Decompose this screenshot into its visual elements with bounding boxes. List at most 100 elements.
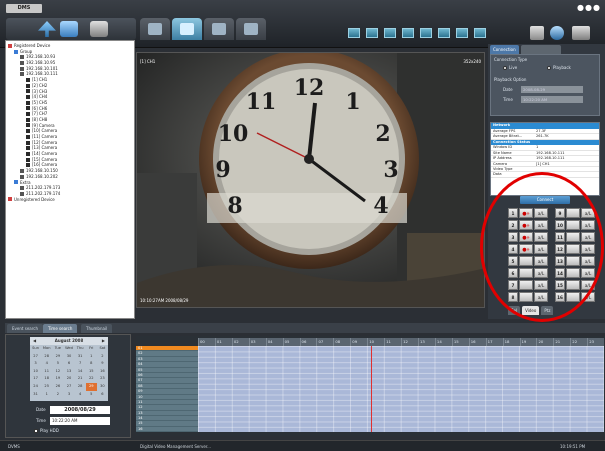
calendar-day[interactable]: 16 bbox=[97, 368, 108, 376]
calendar-day[interactable]: 10 bbox=[30, 368, 41, 376]
layout-13-button[interactable] bbox=[456, 28, 468, 38]
window-controls[interactable]: ●●● bbox=[577, 3, 601, 12]
tab-event-search[interactable]: Event search bbox=[7, 324, 44, 333]
tab-thumbnail[interactable]: Thumbnail bbox=[81, 324, 113, 333]
layout-4-button[interactable] bbox=[366, 28, 378, 38]
prev-month-icon[interactable]: ◀ bbox=[33, 337, 36, 345]
timeline-grid[interactable] bbox=[198, 346, 604, 432]
calendar-day[interactable]: 9 bbox=[97, 360, 108, 368]
calendar-week: 27 28 29 30 31 1 2 bbox=[30, 353, 108, 361]
calendar-day[interactable]: 22 bbox=[86, 375, 97, 383]
monitor-icon[interactable] bbox=[60, 21, 78, 37]
time-input[interactable]: 10:22:20 AM bbox=[521, 96, 583, 103]
calendar-day[interactable]: 18 bbox=[41, 375, 52, 383]
tab-time-search[interactable]: Time search bbox=[43, 324, 78, 333]
zoom-icon[interactable] bbox=[550, 26, 564, 40]
search-date-input[interactable]: 2008/08/29 bbox=[50, 406, 110, 414]
calendar-day[interactable]: 4 bbox=[41, 360, 52, 368]
calendar-day[interactable]: 30 bbox=[63, 353, 74, 361]
tab-playback[interactable] bbox=[204, 18, 234, 40]
calendar-day[interactable]: 31 bbox=[75, 353, 86, 361]
calendar-day[interactable]: 1 bbox=[86, 353, 97, 361]
calendar-day[interactable]: 6 bbox=[63, 360, 74, 368]
calendar-day[interactable]: 13 bbox=[63, 368, 74, 376]
tab-search[interactable] bbox=[172, 18, 202, 40]
date-input[interactable]: 2008-08-29 bbox=[521, 86, 583, 93]
layout-1-button[interactable] bbox=[348, 28, 360, 38]
calendar-day[interactable]: 2 bbox=[52, 391, 63, 399]
calendar-day[interactable]: 25 bbox=[41, 383, 52, 391]
weekday-label: Mon bbox=[42, 346, 51, 350]
calendar-day[interactable]: 3 bbox=[30, 360, 41, 368]
calendar-day[interactable]: 2 bbox=[97, 353, 108, 361]
calendar-day[interactable]: 15 bbox=[86, 368, 97, 376]
dvr-icon bbox=[20, 186, 24, 191]
camera-icon bbox=[26, 129, 30, 134]
calendar-weekdays: Sun Mon Tue Wed Thu Fri Sat bbox=[30, 345, 108, 353]
camera-icon bbox=[26, 89, 30, 94]
play-hdd-checkbox[interactable]: Play HDD bbox=[34, 428, 59, 433]
layout-16-button[interactable] bbox=[474, 28, 486, 38]
info-key: Average Bitrat... bbox=[493, 134, 523, 139]
layout-9-button[interactable] bbox=[420, 28, 432, 38]
calendar-day[interactable]: 27 bbox=[30, 353, 41, 361]
calendar-day[interactable]: 14 bbox=[75, 368, 86, 376]
calendar-day[interactable]: 7 bbox=[75, 360, 86, 368]
calendar-day[interactable]: 31 bbox=[30, 391, 41, 399]
calendar-day[interactable]: 6 bbox=[97, 391, 108, 399]
calendar-day[interactable]: 4 bbox=[75, 391, 86, 399]
timeline-cursor[interactable] bbox=[371, 346, 372, 432]
calendar-day[interactable]: 12 bbox=[52, 368, 63, 376]
radio-live[interactable]: Live bbox=[503, 65, 517, 70]
snapshot-icon[interactable] bbox=[90, 21, 108, 37]
layout-6-button[interactable] bbox=[384, 28, 396, 38]
calendar-day[interactable]: 23 bbox=[97, 375, 108, 383]
calendar-day[interactable]: 20 bbox=[63, 375, 74, 383]
radio-playback[interactable]: Playback bbox=[547, 65, 571, 70]
calendar-day[interactable]: 1 bbox=[41, 391, 52, 399]
calendar-day[interactable]: 17 bbox=[30, 375, 41, 383]
calendar-day[interactable]: 28 bbox=[41, 353, 52, 361]
camera-icon bbox=[26, 106, 30, 111]
connect-icon[interactable] bbox=[38, 21, 56, 37]
video-view[interactable]: 12 1 2 3 4 11 10 9 8 [1] CH1 352x240 10:… bbox=[136, 52, 485, 308]
print-icon[interactable] bbox=[572, 26, 590, 40]
tab-setup[interactable] bbox=[236, 18, 266, 40]
calendar-day[interactable]: 27 bbox=[63, 383, 74, 391]
calendar-day[interactable]: 5 bbox=[52, 360, 63, 368]
tab-other[interactable] bbox=[520, 45, 561, 54]
calendar-day[interactable]: 8 bbox=[86, 360, 97, 368]
hour-tick-label: 23 bbox=[587, 338, 604, 346]
calendar-day[interactable]: 29 bbox=[85, 382, 97, 391]
tab-live[interactable] bbox=[140, 18, 170, 40]
calendar-day[interactable]: 26 bbox=[52, 383, 63, 391]
timeline-channel[interactable]: 16 bbox=[136, 427, 198, 433]
hour-tick-label: 08 bbox=[333, 338, 350, 346]
calendar-day[interactable]: 30 bbox=[97, 383, 108, 391]
calendar-day[interactable]: 11 bbox=[41, 368, 52, 376]
next-month-icon[interactable]: ▶ bbox=[102, 337, 105, 345]
layout-8-button[interactable] bbox=[402, 28, 414, 38]
calendar-day[interactable]: 3 bbox=[63, 391, 74, 399]
calendar-week: 17 18 19 20 21 22 23 bbox=[30, 375, 108, 383]
calendar-day[interactable]: 29 bbox=[52, 353, 63, 361]
layout-10-button[interactable] bbox=[438, 28, 450, 38]
tab-connection[interactable]: Connection bbox=[490, 45, 519, 54]
hour-tick-label: 11 bbox=[384, 338, 401, 346]
search-time-input[interactable]: 10:22:20 AM bbox=[50, 417, 110, 425]
calendar-day[interactable]: 28 bbox=[75, 383, 86, 391]
save-icon[interactable] bbox=[530, 26, 544, 40]
weekday-label: Wed bbox=[65, 346, 73, 350]
svg-text:3: 3 bbox=[383, 157, 398, 183]
calendar-day[interactable]: 24 bbox=[30, 383, 41, 391]
right-panel-tabs: Connection bbox=[490, 45, 561, 54]
dvr-icon bbox=[20, 72, 24, 77]
camera-icon bbox=[26, 77, 30, 82]
timeline[interactable]: 00 01 02 03 04 05 06 07 08 09 10 11 12 13 14 15 16 17 18 19… bbox=[136, 336, 605, 436]
calendar-day[interactable]: 21 bbox=[75, 375, 86, 383]
calendar-day[interactable]: 5 bbox=[86, 391, 97, 399]
tree-item[interactable]: Unregistered Device bbox=[6, 197, 134, 203]
calendar-day[interactable]: 19 bbox=[52, 375, 63, 383]
camera-icon bbox=[26, 83, 30, 88]
weekday-label: Sat bbox=[99, 346, 106, 350]
